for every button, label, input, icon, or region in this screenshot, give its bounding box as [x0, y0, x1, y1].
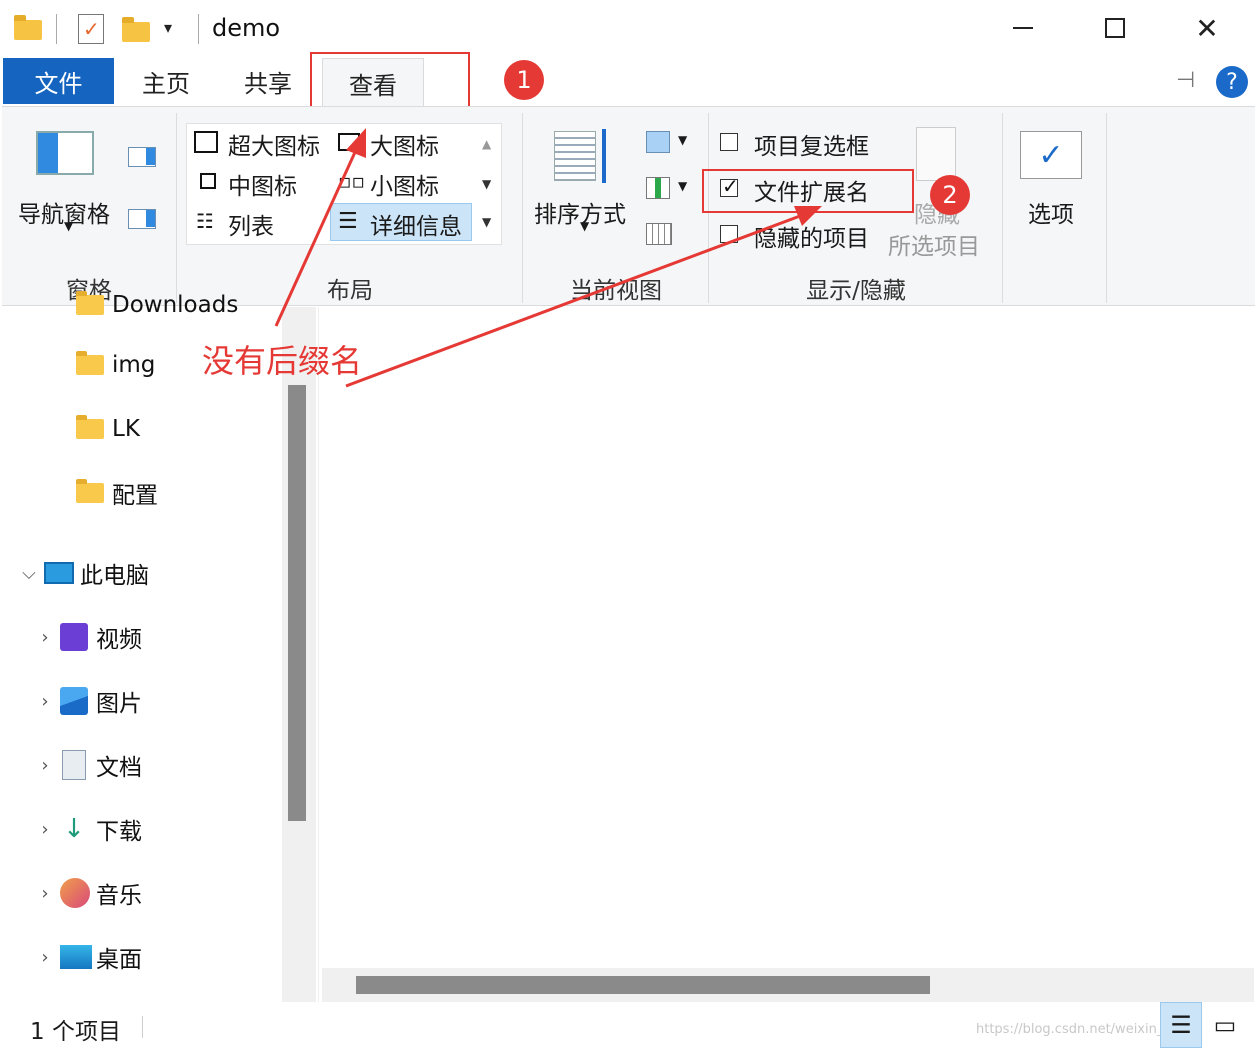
- arrow-to-file-extensions: [345, 206, 822, 388]
- annotation-arrows: [274, 128, 822, 388]
- arrow-to-large-icons: [274, 128, 366, 327]
- annotation-note: 没有后缀名: [202, 342, 363, 380]
